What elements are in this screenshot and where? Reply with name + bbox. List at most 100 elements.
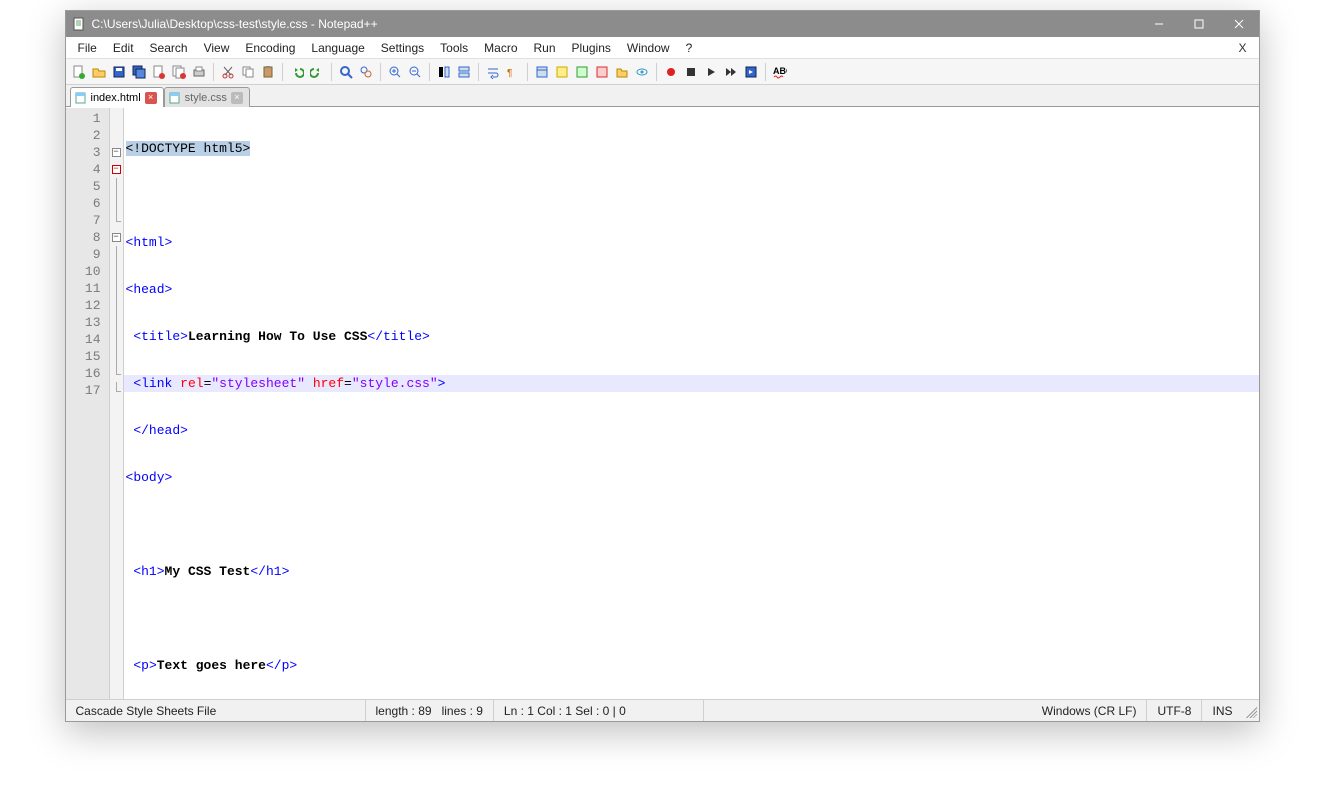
menu-settings[interactable]: Settings [373,39,432,57]
spellcheck-icon[interactable]: ABC [771,63,789,81]
line-number: 11 [66,280,109,297]
menu-search[interactable]: Search [142,39,196,57]
menu-bar: File Edit Search View Encoding Language … [66,37,1259,59]
mdi-close-button[interactable]: X [1230,39,1254,57]
tab-style-css[interactable]: style.css × [164,87,250,107]
paste-icon[interactable] [259,63,277,81]
fold-marker[interactable] [110,195,123,212]
toolbar-separator [429,63,430,81]
status-encoding: UTF-8 [1147,700,1202,721]
close-file-icon[interactable] [150,63,168,81]
fold-marker[interactable] [110,280,123,297]
line-number: 5 [66,178,109,195]
line-number-gutter: 1234567891011121314151617 [66,108,110,699]
new-file-icon[interactable] [70,63,88,81]
status-position: Ln : 1 Col : 1 Sel : 0 | 0 [494,700,704,721]
close-button[interactable] [1219,11,1259,37]
fold-marker[interactable] [110,314,123,331]
line-number: 13 [66,314,109,331]
toolbar-separator [380,63,381,81]
tab-label: index.html [91,92,141,104]
line-number: 2 [66,127,109,144]
svg-text:¶: ¶ [507,68,512,79]
fold-marker[interactable]: − [110,161,123,178]
doc-map-icon[interactable] [573,63,591,81]
lang-icon[interactable] [553,63,571,81]
fold-marker[interactable] [110,297,123,314]
indent-guide-icon[interactable] [533,63,551,81]
line-number: 9 [66,246,109,263]
fold-marker[interactable]: − [110,229,123,246]
line-number: 16 [66,365,109,382]
undo-icon[interactable] [288,63,306,81]
tab-close-icon[interactable]: × [145,92,157,104]
play-icon[interactable] [702,63,720,81]
menu-edit[interactable]: Edit [105,39,142,57]
wrap-icon[interactable] [484,63,502,81]
fold-marker[interactable] [110,331,123,348]
menu-run[interactable]: Run [526,39,564,57]
window-title: C:\Users\Julia\Desktop\css-test\style.cs… [92,17,1139,31]
code-editor[interactable]: <!DOCTYPE html5> <html> <head> <title>Le… [124,108,1259,699]
tab-index-html[interactable]: index.html × [70,87,164,107]
open-file-icon[interactable] [90,63,108,81]
menu-language[interactable]: Language [303,39,372,57]
toolbar: ¶ ABC [66,59,1259,85]
fold-marker[interactable] [110,110,123,127]
zoom-in-icon[interactable] [386,63,404,81]
func-list-icon[interactable] [593,63,611,81]
replace-icon[interactable] [357,63,375,81]
menu-tools[interactable]: Tools [432,39,476,57]
maximize-button[interactable] [1179,11,1219,37]
stop-icon[interactable] [682,63,700,81]
menu-view[interactable]: View [196,39,238,57]
editor-area: 1234567891011121314151617 −−− <!DOCTYPE … [66,107,1259,699]
all-chars-icon[interactable]: ¶ [504,63,522,81]
close-all-icon[interactable] [170,63,188,81]
toolbar-separator [478,63,479,81]
menu-encoding[interactable]: Encoding [237,39,303,57]
redo-icon[interactable] [308,63,326,81]
line-number: 15 [66,348,109,365]
sync-v-icon[interactable] [435,63,453,81]
cut-icon[interactable] [219,63,237,81]
fold-marker[interactable] [110,178,123,195]
play-multi-icon[interactable] [722,63,740,81]
status-eol: Windows (CR LF) [1032,700,1148,721]
save-icon[interactable] [110,63,128,81]
tab-close-icon[interactable]: × [231,92,243,104]
menu-plugins[interactable]: Plugins [564,39,619,57]
doctype: <!DOCTYPE html5> [126,141,251,156]
fold-marker[interactable] [110,127,123,144]
fold-marker[interactable] [110,382,123,399]
toolbar-separator [765,63,766,81]
status-length: length : 89 lines : 9 [366,700,494,721]
fold-marker[interactable]: − [110,144,123,161]
fold-marker[interactable] [110,348,123,365]
toolbar-separator [527,63,528,81]
zoom-out-icon[interactable] [406,63,424,81]
menu-macro[interactable]: Macro [476,39,525,57]
window-controls [1139,11,1259,37]
minimize-button[interactable] [1139,11,1179,37]
menu-window[interactable]: Window [619,39,678,57]
copy-icon[interactable] [239,63,257,81]
fold-marker[interactable] [110,365,123,382]
line-number: 6 [66,195,109,212]
find-icon[interactable] [337,63,355,81]
sync-h-icon[interactable] [455,63,473,81]
status-filetype: Cascade Style Sheets File [66,700,366,721]
fold-marker[interactable] [110,246,123,263]
resize-grip-icon[interactable] [1243,704,1257,718]
record-icon[interactable] [662,63,680,81]
save-macro-icon[interactable] [742,63,760,81]
folder-icon[interactable] [613,63,631,81]
print-icon[interactable] [190,63,208,81]
toolbar-separator [656,63,657,81]
fold-marker[interactable] [110,212,123,229]
menu-help[interactable]: ? [678,39,701,57]
monitor-icon[interactable] [633,63,651,81]
menu-file[interactable]: File [70,39,105,57]
fold-marker[interactable] [110,263,123,280]
save-all-icon[interactable] [130,63,148,81]
